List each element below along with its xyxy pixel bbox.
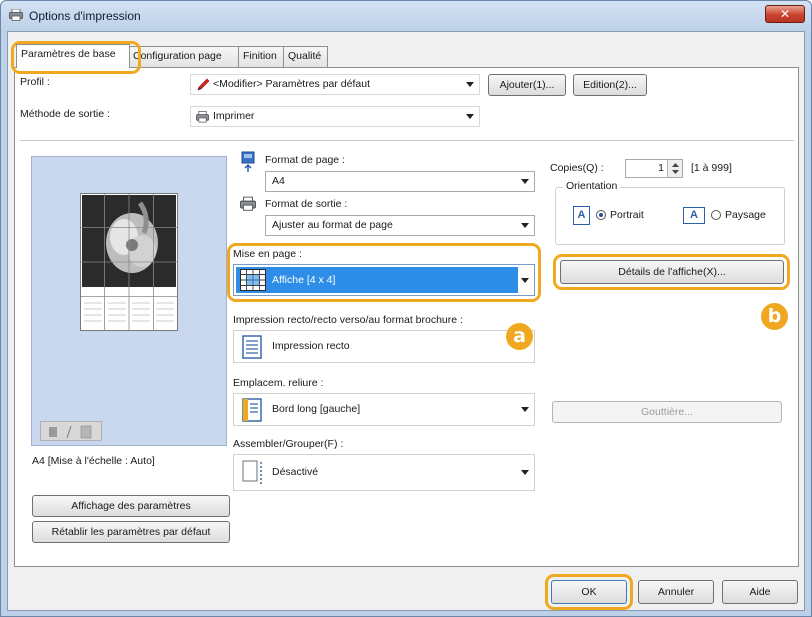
window-title: Options d'impression <box>29 9 141 23</box>
binding-label: Emplacem. reliure : <box>233 377 324 389</box>
chevron-down-icon <box>521 470 529 475</box>
cancel-button[interactable]: Annuler <box>638 580 714 604</box>
output-method-label: Méthode de sortie : <box>20 108 110 120</box>
help-button[interactable]: Aide <box>722 580 798 604</box>
orientation-label: Orientation <box>563 180 621 192</box>
chevron-down-icon <box>521 179 529 184</box>
binding-select[interactable]: Bord long [gauche] <box>233 393 535 426</box>
spinner-arrows[interactable] <box>667 160 682 177</box>
callout-marker-a: a <box>506 323 533 350</box>
page-layout-select[interactable]: Affiche [4 x 4] <box>233 264 535 296</box>
page-size-value: A4 <box>272 175 285 187</box>
preview-caption: A4 [Mise à l'échelle : Auto] <box>32 455 155 467</box>
spinner-up-down-icon <box>672 163 679 174</box>
landscape-label: Paysage <box>725 209 766 221</box>
add-profile-button[interactable]: Ajouter(1)... <box>488 74 566 96</box>
copies-range: [1 à 999] <box>691 162 732 174</box>
profile-label: Profil : <box>20 76 50 88</box>
long-edge-binding-icon <box>242 398 262 422</box>
poster-preview-image <box>80 193 178 331</box>
chevron-down-icon <box>521 278 529 283</box>
chevron-down-icon <box>521 223 529 228</box>
output-size-value: Ajuster au format de page <box>272 219 393 231</box>
output-method-value: Imprimer <box>213 110 255 122</box>
tab-finishing[interactable]: Finition <box>238 46 284 67</box>
printer-icon <box>240 196 256 211</box>
portrait-label: Portrait <box>610 209 644 221</box>
basic-settings-panel: Profil : <Modifier> Paramètres par défau… <box>14 67 799 567</box>
portrait-icon: A <box>573 206 590 225</box>
page-layout-label: Mise en page : <box>233 248 302 260</box>
portrait-radio[interactable] <box>596 210 606 220</box>
duplex-select[interactable]: Impression recto <box>233 330 535 363</box>
tab-basic-settings[interactable]: Paramètres de base <box>16 44 130 68</box>
close-button[interactable]: ✕ <box>765 5 805 23</box>
poster-details-button[interactable]: Détails de l'affiche(X)... <box>560 260 784 284</box>
collate-select[interactable]: Désactivé <box>233 454 535 491</box>
binding-value: Bord long [gauche] <box>272 403 361 415</box>
output-size-label: Format de sortie : <box>265 198 348 210</box>
restore-defaults-button[interactable]: Rétablir les paramètres par défaut <box>32 521 230 543</box>
tab-quality[interactable]: Qualité <box>283 46 328 67</box>
duplex-value: Impression recto <box>272 340 350 352</box>
show-settings-button[interactable]: Affichage des paramètres <box>32 495 230 517</box>
profile-value: <Modifier> Paramètres par défaut <box>213 78 370 90</box>
profile-select[interactable]: <Modifier> Paramètres par défaut <box>190 74 480 95</box>
page-layout-value: Affiche [4 x 4] <box>272 274 336 286</box>
single-sided-icon <box>242 335 262 359</box>
chevron-down-icon <box>466 114 474 119</box>
close-icon: ✕ <box>779 7 791 21</box>
landscape-radio[interactable] <box>711 210 721 220</box>
chevron-down-icon <box>466 82 474 87</box>
output-size-select[interactable]: Ajuster au format de page <box>265 215 535 236</box>
edit-profile-button[interactable]: Edition(2)... <box>573 74 647 96</box>
collate-off-icon <box>242 460 262 484</box>
view-toggle-group[interactable] <box>40 421 102 441</box>
collate-value: Désactivé <box>272 466 319 478</box>
printer-icon <box>196 111 209 123</box>
chevron-down-icon <box>521 407 529 412</box>
separator <box>20 140 794 141</box>
gutter-button[interactable]: Gouttière... <box>552 401 782 423</box>
copies-value: 1 <box>658 162 664 174</box>
output-method-select[interactable]: Imprimer <box>190 106 480 127</box>
document-view-icon <box>49 425 92 439</box>
duplex-label: Impression recto/recto verso/au format b… <box>233 314 463 326</box>
page-size-icon <box>241 151 255 172</box>
print-preview <box>31 156 227 446</box>
callout-marker-b: b <box>761 303 788 330</box>
printer-icon <box>9 9 23 21</box>
dialog-client-area: Paramètres de base Configuration page Fi… <box>7 31 805 611</box>
collate-label: Assembler/Grouper(F) : <box>233 438 344 450</box>
page-size-label: Format de page : <box>265 154 345 166</box>
landscape-icon: A <box>683 207 705 224</box>
ok-button[interactable]: OK <box>551 580 627 604</box>
tab-page-setup[interactable]: Configuration page <box>128 46 239 67</box>
page-size-select[interactable]: A4 <box>265 171 535 192</box>
poster-layout-icon <box>240 269 266 291</box>
copies-label: Copies(Q) : <box>550 162 604 174</box>
copies-spinner[interactable]: 1 <box>625 159 683 178</box>
pencil-icon <box>197 78 210 91</box>
print-options-window: Options d'impression ✕ Paramètres de bas… <box>0 0 812 617</box>
title-bar[interactable]: Options d'impression ✕ <box>1 1 811 31</box>
